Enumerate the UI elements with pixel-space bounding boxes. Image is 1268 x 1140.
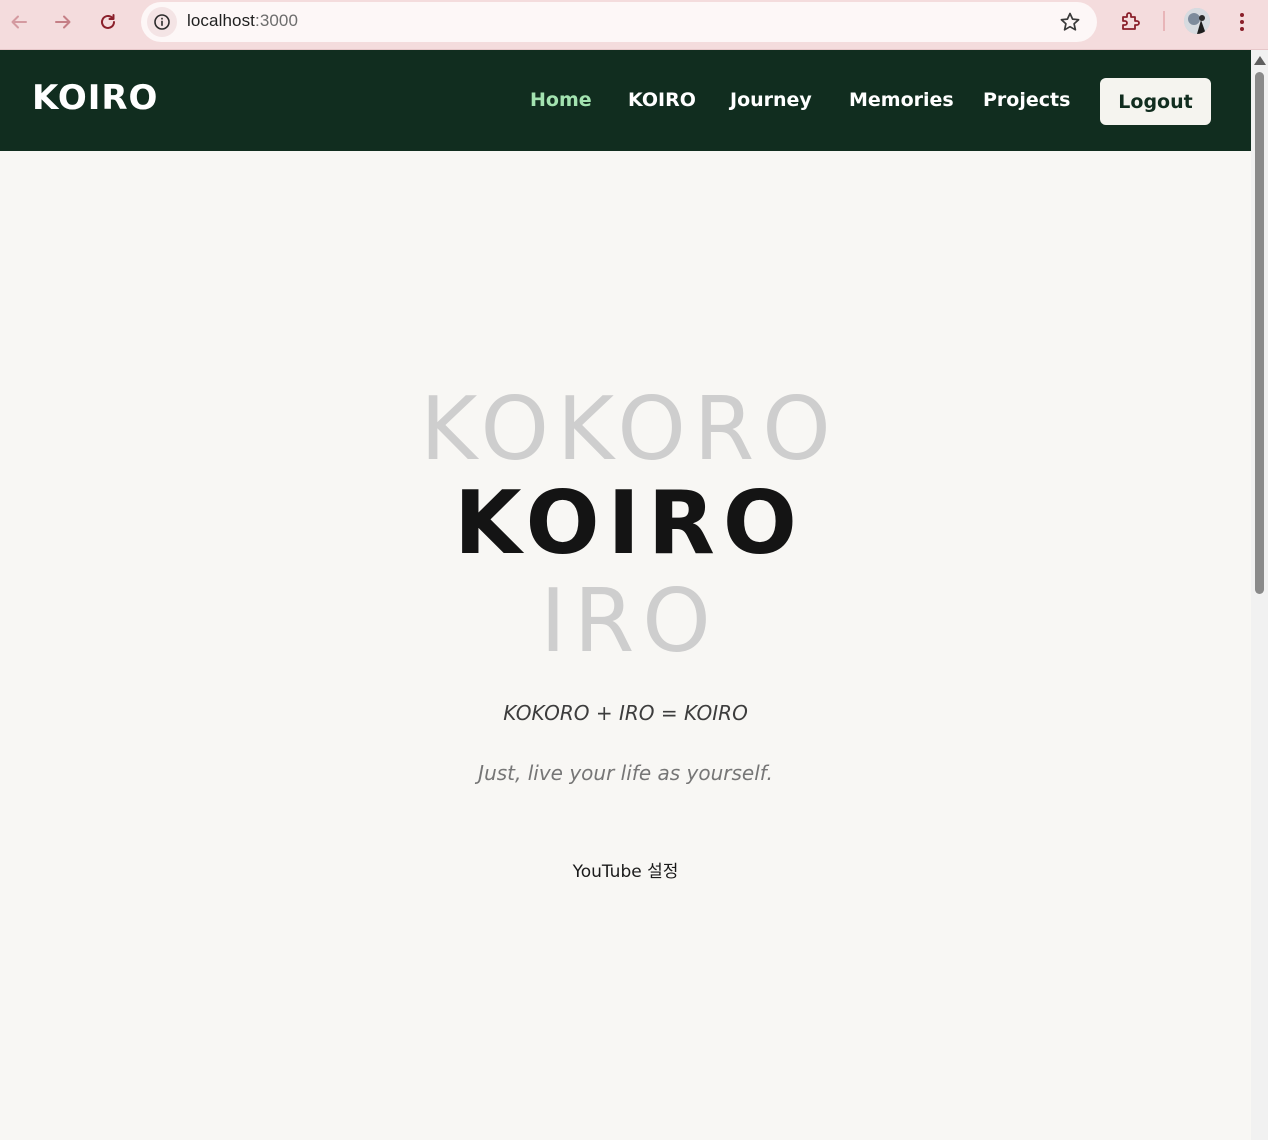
kebab-menu-icon[interactable]	[1226, 6, 1258, 38]
youtube-settings-link[interactable]: YouTube 설정	[0, 857, 1251, 882]
hero-equation: KOKORO + IRO = KOIRO	[503, 701, 748, 725]
puzzle-icon[interactable]	[1115, 5, 1147, 37]
nav-home[interactable]: Home	[530, 89, 592, 111]
nav-memories[interactable]: Memories	[849, 89, 954, 111]
toolbar-divider	[1163, 11, 1165, 31]
site-header: KOIRO Home KOIRO Journey Memories Projec…	[0, 50, 1251, 151]
profile-avatar[interactable]	[1184, 8, 1210, 34]
logout-button[interactable]: Logout	[1100, 78, 1211, 125]
hero-tagline: Just, live your life as yourself.	[478, 761, 773, 785]
browser-toolbar: localhost:3000	[0, 0, 1268, 50]
nav-koiro[interactable]: KOIRO	[628, 89, 696, 111]
hero-word-koiro: KOIRO	[454, 472, 805, 574]
address-bar[interactable]: localhost:3000	[141, 2, 1097, 42]
star-icon[interactable]	[1059, 11, 1081, 37]
reload-icon[interactable]	[92, 6, 124, 38]
back-arrow-icon[interactable]	[3, 6, 35, 38]
page-scrollbar[interactable]	[1251, 50, 1268, 1140]
url-text[interactable]: localhost:3000	[187, 11, 298, 31]
nav-journey[interactable]: Journey	[730, 89, 812, 111]
scroll-up-arrow-icon[interactable]	[1254, 56, 1266, 65]
url-host: localhost	[187, 11, 255, 30]
hero-word-iro: IRO	[540, 570, 719, 672]
forward-arrow-icon[interactable]	[47, 6, 79, 38]
brand-logo[interactable]: KOIRO	[32, 78, 158, 118]
url-port: :3000	[255, 11, 299, 30]
scroll-thumb[interactable]	[1255, 72, 1264, 594]
info-icon[interactable]	[147, 7, 177, 37]
hero-word-kokoro: KOKORO	[420, 378, 839, 480]
nav-projects[interactable]: Projects	[983, 89, 1070, 111]
